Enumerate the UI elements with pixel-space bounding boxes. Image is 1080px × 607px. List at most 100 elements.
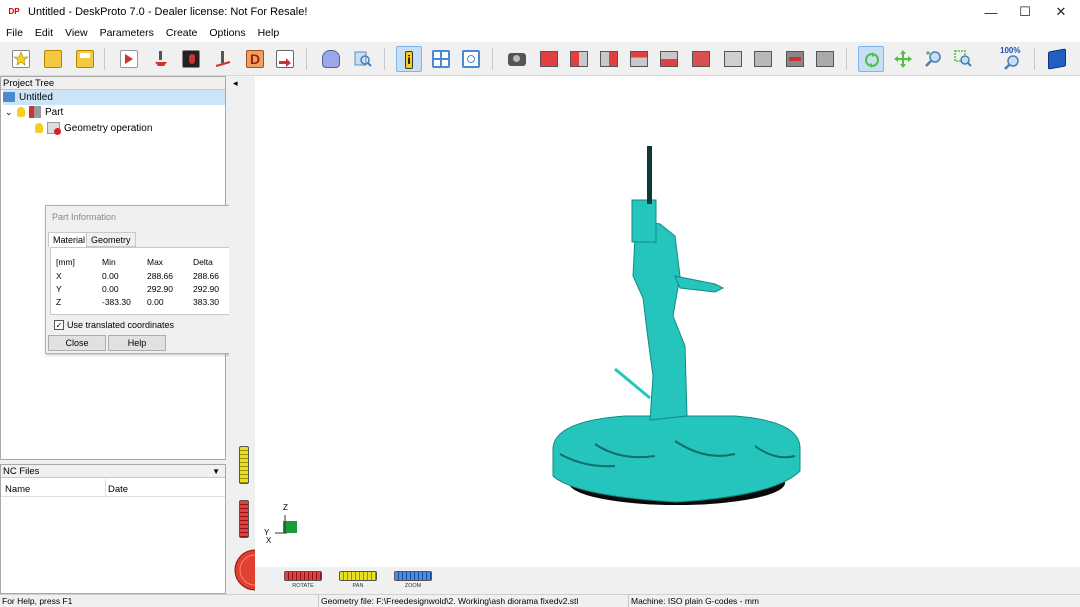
close-window-button[interactable]: ✕ [1042, 0, 1080, 24]
nc-view-icon [462, 50, 480, 68]
import-geometry-icon [120, 50, 138, 68]
menu-create[interactable]: Create [160, 24, 204, 42]
help-book-button[interactable] [1044, 46, 1070, 72]
layout-button[interactable] [428, 46, 454, 72]
vector-button[interactable] [210, 46, 236, 72]
open-button[interactable] [40, 46, 66, 72]
collapse-chevron-icon: ⌄ [5, 107, 13, 117]
zoom-slider[interactable] [394, 571, 432, 581]
app-logo: DP [8, 7, 20, 16]
menu-help[interactable]: Help [252, 24, 286, 42]
column-date[interactable]: Date [108, 484, 128, 495]
export-button[interactable] [272, 46, 298, 72]
tree-item-part[interactable]: ⌄ Part [5, 105, 63, 120]
minimize-button[interactable]: — [972, 0, 1010, 24]
toolbar: D i 100% [0, 42, 1080, 76]
view-bottom-button[interactable] [688, 46, 714, 72]
collapse-panel-arrow-icon[interactable]: ◂ [233, 78, 238, 89]
model-base-ring [552, 415, 801, 503]
3d-viewport[interactable]: Z Y X [255, 76, 1080, 567]
info-button[interactable]: i [396, 46, 422, 72]
zoom-100-button[interactable]: 100% [998, 46, 1028, 72]
operation-error-icon [47, 122, 61, 136]
preview-button[interactable] [350, 46, 376, 72]
3d-view-icon [322, 50, 340, 68]
import-geometry-button[interactable] [116, 46, 142, 72]
toolbar-separator [384, 48, 385, 70]
column-name[interactable]: Name [5, 484, 30, 495]
col-header-delta: Delta [193, 257, 213, 267]
nc-files-dropdown-icon[interactable]: ▼ [212, 465, 220, 478]
view-previous-button[interactable] [782, 46, 808, 72]
visibility-bulb-icon[interactable] [35, 123, 43, 134]
vertical-rotate-slider[interactable] [239, 500, 249, 538]
close-button[interactable]: Close [48, 335, 106, 351]
axis-triad-icon [275, 515, 297, 534]
new-project-button[interactable] [8, 46, 34, 72]
nc-files-title: NC Files [3, 466, 40, 477]
rotate-slider-label: ROTATE [292, 583, 314, 589]
view-previous-icon [786, 51, 804, 67]
view-top-button[interactable] [656, 46, 682, 72]
tree-item-project[interactable]: Untitled [3, 90, 225, 105]
nc-view-button[interactable] [458, 46, 484, 72]
view-next-icon [816, 51, 834, 67]
row-max: 288.66 [147, 271, 173, 281]
rotate-slider[interactable] [284, 571, 322, 581]
cube-iso2-icon [754, 51, 772, 67]
help-button[interactable]: Help [108, 335, 166, 351]
toolbar-separator [846, 48, 847, 70]
toolpath-button[interactable] [148, 46, 174, 72]
view-next-button[interactable] [812, 46, 838, 72]
export-icon [276, 50, 294, 68]
pan-slider[interactable] [339, 571, 377, 581]
use-translated-coordinates-checkbox[interactable]: ✓ [54, 320, 64, 330]
col-header-min: Min [102, 257, 116, 267]
menu-options[interactable]: Options [203, 24, 251, 42]
menu-view[interactable]: View [59, 24, 94, 42]
visibility-bulb-icon[interactable] [17, 107, 25, 118]
maximize-button[interactable]: ☐ [1006, 0, 1044, 24]
menu-edit[interactable]: Edit [29, 24, 59, 42]
help-book-icon [1048, 48, 1066, 70]
column-divider[interactable] [105, 479, 106, 497]
nc-files-panel: NC Files ▼ Name Date [0, 464, 226, 594]
vertical-pan-slider[interactable] [239, 446, 249, 484]
zoom-slider-label: ZOOM [404, 583, 422, 589]
info-icon: i [405, 51, 413, 69]
toolpath-icon [152, 50, 170, 68]
zoom-100-icon [1004, 55, 1020, 71]
pan-tool-button[interactable] [890, 46, 916, 72]
menu-file[interactable]: File [0, 24, 29, 42]
zoom-tool-button[interactable] [920, 46, 946, 72]
row-min: 0.00 [102, 271, 119, 281]
part-information-dialog: Part Information Material Geometry [mm] … [45, 205, 246, 354]
pan-slider-label: PAN [352, 583, 364, 589]
save-button[interactable] [72, 46, 98, 72]
view-iso-button[interactable] [720, 46, 746, 72]
view-right-button[interactable] [626, 46, 652, 72]
rotate-tool-button[interactable] [858, 46, 884, 72]
zoom-100-label: 100% [1000, 46, 1021, 55]
view-back-button[interactable] [566, 46, 592, 72]
axis-x-label: X [266, 536, 272, 545]
menu-parameters[interactable]: Parameters [94, 24, 160, 42]
zoom-tool-icon [924, 50, 942, 68]
view-iso2-button[interactable] [750, 46, 776, 72]
bitmap-button[interactable] [178, 46, 204, 72]
row-min: -383.30 [102, 297, 131, 307]
row-delta: 383.30 [193, 297, 219, 307]
toolbar-separator [104, 48, 105, 70]
tree-item-geometry-operation[interactable]: Geometry operation [35, 121, 152, 136]
tab-geometry[interactable]: Geometry [86, 232, 136, 247]
rotate-tool-icon [863, 51, 881, 69]
tab-material[interactable]: Material [48, 232, 91, 248]
model-arm [674, 275, 725, 293]
3d-view-button[interactable] [318, 46, 344, 72]
view-left-button[interactable] [596, 46, 622, 72]
drawing-button[interactable]: D [242, 46, 268, 72]
view-front-button[interactable] [536, 46, 562, 72]
zoom-window-button[interactable] [950, 46, 976, 72]
camera-button[interactable] [504, 46, 530, 72]
cube-back-icon [570, 51, 588, 67]
